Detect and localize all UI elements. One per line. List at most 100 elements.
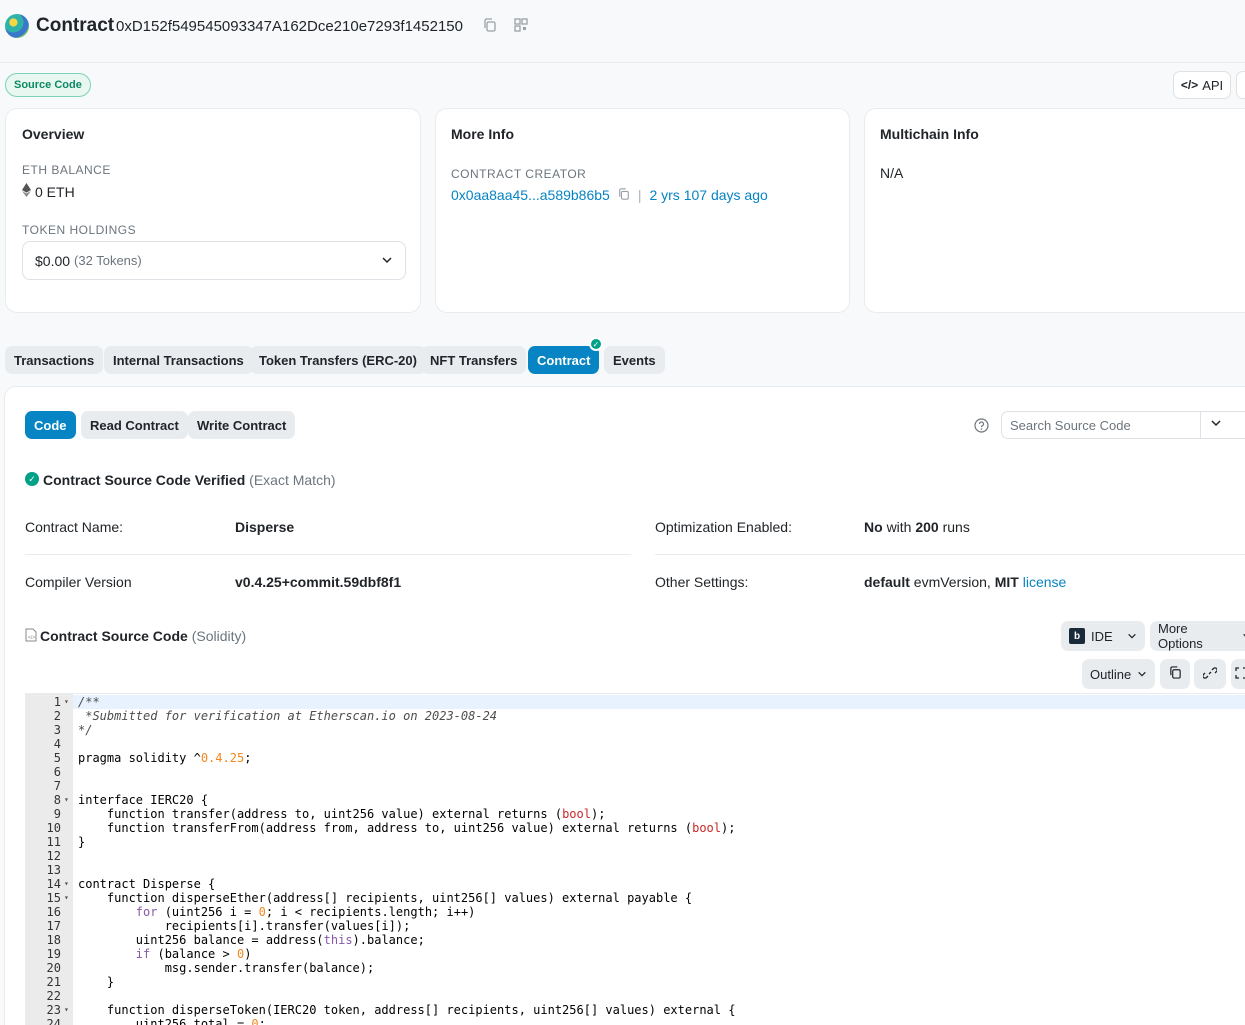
source-code-heading: Contract Source Code (Solidity) bbox=[40, 628, 246, 644]
creator-tx-age-link[interactable]: 2 yrs 107 days ago bbox=[649, 187, 767, 203]
chevron-down-icon bbox=[1137, 667, 1147, 682]
compiler-version-value: v0.4.25+commit.59dbf8f1 bbox=[235, 574, 402, 590]
tab-events[interactable]: Events bbox=[604, 346, 665, 374]
line-number: 3 bbox=[53, 723, 61, 737]
fold-toggle-icon[interactable]: ▾ bbox=[64, 891, 69, 905]
optimization-label: Optimization Enabled: bbox=[655, 519, 792, 535]
subtab-read-contract[interactable]: Read Contract bbox=[81, 411, 188, 439]
search-dropdown-button[interactable] bbox=[1200, 411, 1230, 439]
contract-creator-label: CONTRACT CREATOR bbox=[451, 167, 587, 181]
code-icon: </> bbox=[1180, 78, 1199, 92]
line-content: } bbox=[78, 835, 86, 849]
eth-balance: 0 ETH bbox=[22, 183, 75, 200]
tab-internal-transactions[interactable]: Internal Transactions bbox=[104, 346, 253, 374]
qr-icon[interactable] bbox=[513, 17, 529, 33]
outline-label: Outline bbox=[1090, 666, 1132, 682]
link-icon bbox=[1202, 666, 1218, 683]
tab-contract[interactable]: Contract bbox=[528, 346, 600, 374]
more-info-card: More Info CONTRACT CREATOR 0x0aa8aa45...… bbox=[435, 108, 850, 313]
help-icon[interactable] bbox=[974, 418, 989, 438]
token-holdings-dropdown[interactable]: $0.00 (32 Tokens) bbox=[22, 241, 406, 280]
source-code-editor[interactable]: 1 ▾/** 2 *Submitted for verification at Et… bbox=[25, 693, 1245, 1025]
fold-toggle-icon[interactable]: ▾ bbox=[64, 695, 69, 709]
line-number: 16 bbox=[46, 905, 61, 919]
line-content: } bbox=[78, 975, 115, 989]
verified-match: (Exact Match) bbox=[249, 472, 336, 488]
optimization-value: No with 200 runs bbox=[864, 519, 970, 535]
copy-icon[interactable] bbox=[482, 17, 498, 33]
chevron-down-icon bbox=[1210, 416, 1222, 434]
divider bbox=[25, 554, 631, 555]
line-content: interface IERC20 { bbox=[78, 793, 209, 807]
subtab-write-contract[interactable]: Write Contract bbox=[188, 411, 296, 439]
api-button-label: API bbox=[1202, 77, 1224, 93]
copy-icon[interactable] bbox=[618, 187, 630, 203]
contract-name-value: Disperse bbox=[235, 519, 295, 535]
line-number: 11 bbox=[46, 835, 61, 849]
line-number: 6 bbox=[53, 765, 61, 779]
other-settings-label: Other Settings: bbox=[655, 574, 749, 590]
line-number: 5 bbox=[53, 751, 61, 765]
line-content: function disperseToken(IERC20 token, add… bbox=[78, 1003, 736, 1017]
copy-icon bbox=[1169, 666, 1182, 682]
tab-nft-transfers[interactable]: NFT Transfers bbox=[421, 346, 527, 374]
license-link[interactable]: license bbox=[1023, 574, 1067, 590]
line-number: 15 bbox=[46, 891, 61, 905]
more-info-title: More Info bbox=[451, 126, 514, 142]
overview-card: Overview ETH BALANCE 0 ETH TOKEN HOLDING… bbox=[5, 108, 421, 313]
line-content: uint256 total = 0; bbox=[78, 1017, 266, 1025]
more-options-label: More Options bbox=[1158, 621, 1203, 651]
outline-button[interactable]: Outline bbox=[1082, 659, 1155, 689]
ide-button[interactable]: b IDE bbox=[1061, 621, 1145, 651]
api-button[interactable]: </> API bbox=[1173, 71, 1231, 99]
header-divider bbox=[0, 62, 1245, 63]
line-content: pragma solidity ^0.4.25; bbox=[78, 751, 252, 765]
line-number: 10 bbox=[46, 821, 61, 835]
line-number: 12 bbox=[46, 849, 61, 863]
optimization-runs-suffix: runs bbox=[942, 519, 970, 535]
other-settings-default: default bbox=[864, 574, 910, 590]
multichain-title: Multichain Info bbox=[880, 126, 979, 142]
creator-address-link[interactable]: 0x0aa8aa45...a589b86b5 bbox=[451, 187, 610, 203]
line-number: 17 bbox=[46, 919, 61, 933]
source-code-badge[interactable]: Source Code bbox=[5, 73, 91, 97]
fold-toggle-icon[interactable]: ▾ bbox=[64, 1003, 69, 1017]
line-content: *Submitted for verification at Etherscan… bbox=[78, 709, 498, 723]
contract-address: 0xD152f549545093347A162Dce210e7293f14521… bbox=[116, 18, 463, 35]
contract-name-label: Contract Name: bbox=[25, 519, 124, 535]
line-number: 18 bbox=[46, 933, 61, 947]
line-content: if (balance > 0) bbox=[135, 947, 252, 961]
line-number: 9 bbox=[53, 807, 61, 821]
overview-title: Overview bbox=[22, 126, 85, 142]
fold-toggle-icon[interactable]: ▾ bbox=[64, 877, 69, 891]
page-title: Contract bbox=[36, 15, 115, 36]
line-number: 1 bbox=[53, 695, 61, 709]
more-button[interactable] bbox=[1236, 71, 1245, 99]
line-content: /** bbox=[78, 695, 100, 709]
line-content: function transfer(address to, uint256 va… bbox=[78, 807, 606, 821]
subtab-code[interactable]: Code bbox=[25, 411, 76, 439]
copy-code-button[interactable] bbox=[1160, 659, 1190, 689]
tab-transactions[interactable]: Transactions bbox=[5, 346, 104, 374]
line-content: function disperseEther(address[] recipie… bbox=[78, 891, 693, 905]
check-icon: ✓ bbox=[589, 337, 603, 351]
line-number: 8 bbox=[53, 793, 61, 807]
line-number: 4 bbox=[53, 737, 61, 751]
line-number: 20 bbox=[46, 961, 61, 975]
permalink-button[interactable] bbox=[1194, 659, 1226, 689]
line-content: function transferFrom(address from, addr… bbox=[78, 821, 736, 835]
line-number: 24 bbox=[46, 1017, 61, 1025]
line-number: 22 bbox=[46, 989, 61, 1003]
source-code-lang: (Solidity) bbox=[191, 628, 247, 644]
eth-balance-value: 0 ETH bbox=[35, 183, 75, 200]
tab-token-transfers[interactable]: Token Transfers (ERC-20) bbox=[250, 346, 426, 374]
more-options-button[interactable]: More Options bbox=[1150, 621, 1245, 651]
fullscreen-button[interactable] bbox=[1231, 659, 1245, 689]
line-content: uint256 balance = address(this).balance; bbox=[78, 933, 425, 947]
contract-creator: 0x0aa8aa45...a589b86b5 | 2 yrs 107 days … bbox=[451, 187, 768, 203]
token-holdings-count: (32 Tokens) bbox=[74, 253, 142, 268]
other-settings-evm: evmVersion, bbox=[913, 574, 991, 590]
divider bbox=[655, 554, 1245, 555]
fold-toggle-icon[interactable]: ▾ bbox=[64, 793, 69, 807]
contract-avatar bbox=[5, 14, 29, 38]
